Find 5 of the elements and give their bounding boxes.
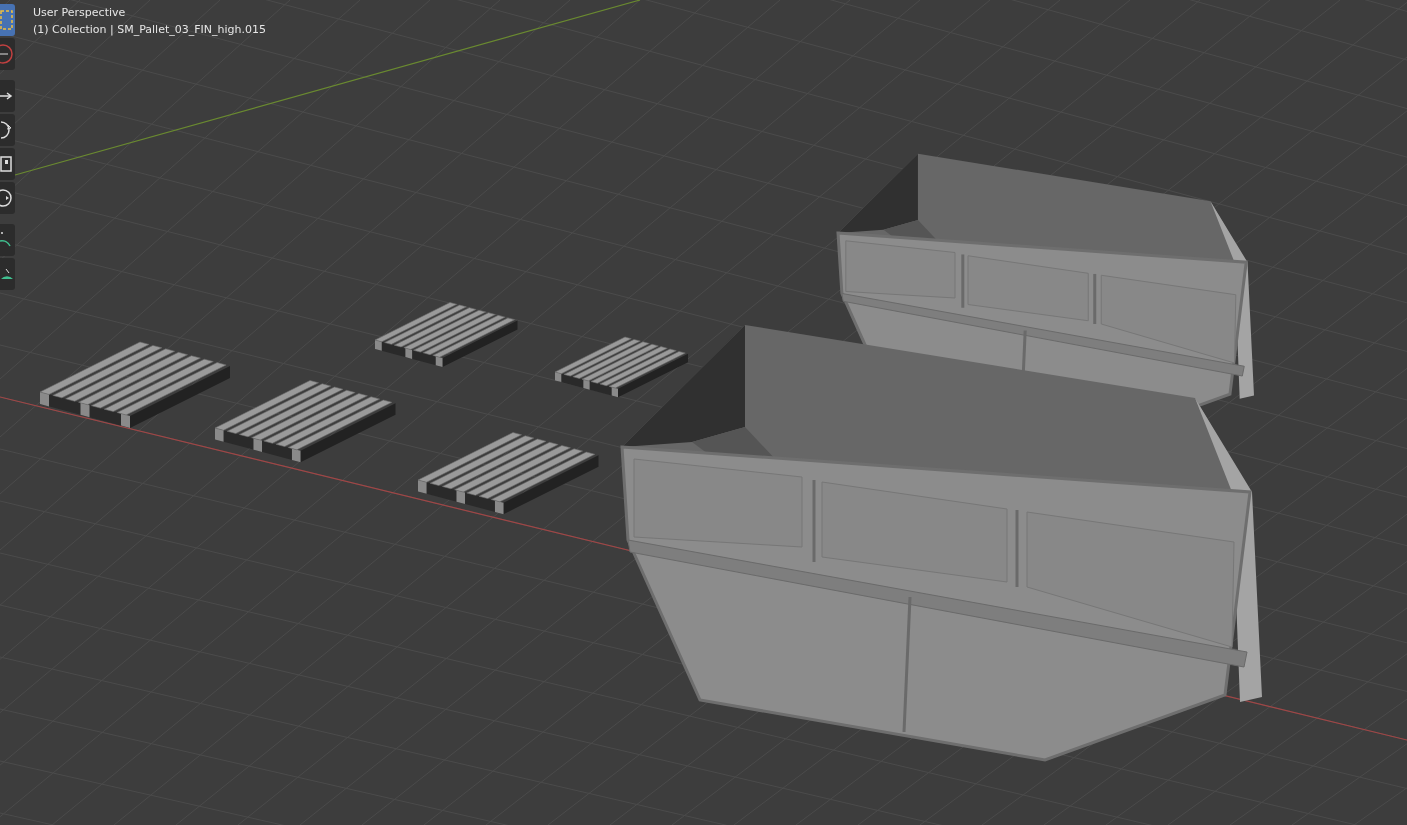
view-name: User Perspective	[33, 6, 127, 20]
select-box-icon	[0, 9, 14, 31]
scale-icon	[0, 153, 14, 175]
rotate-icon	[0, 119, 14, 141]
object-info: (1) Collection | SM_Pallet_03_FIN_high.015	[33, 23, 266, 37]
